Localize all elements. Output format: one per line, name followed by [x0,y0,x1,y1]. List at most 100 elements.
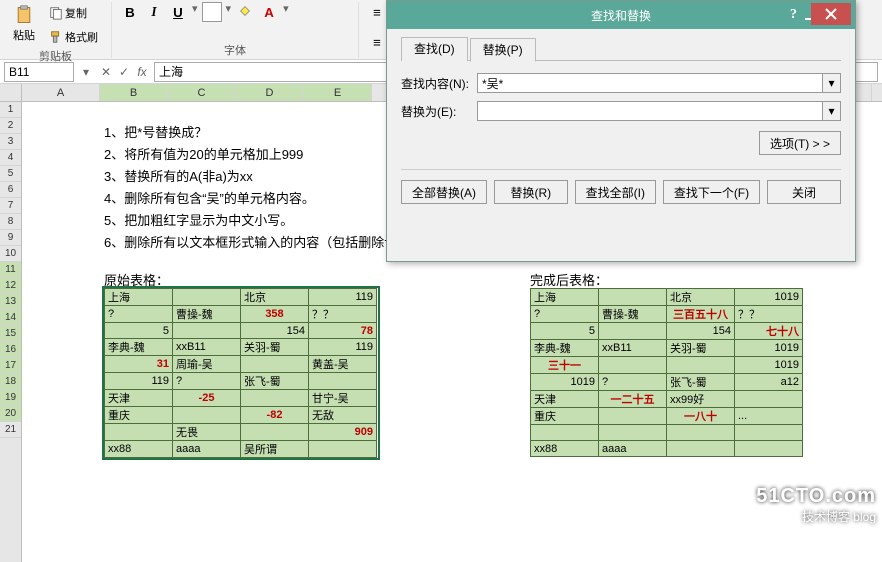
row-header-10[interactable]: 10 [0,246,21,262]
row-header-1[interactable]: 1 [0,102,21,118]
fill-color-button[interactable] [235,2,255,22]
name-box[interactable] [4,62,74,82]
row-header-7[interactable]: 7 [0,198,21,214]
row-header-2[interactable]: 2 [0,118,21,134]
row-header-3[interactable]: 3 [0,134,21,150]
cell[interactable]: 张飞-蜀 [241,373,309,390]
cell[interactable] [241,356,309,373]
cell[interactable]: 358 [241,306,309,323]
cell[interactable]: xxB11 [599,340,667,357]
cell[interactable] [667,425,735,441]
cell[interactable] [599,408,667,425]
cell[interactable] [173,323,241,339]
cell[interactable]: 119 [105,373,173,390]
row-header-17[interactable]: 17 [0,358,21,374]
row-header-18[interactable]: 18 [0,374,21,390]
cell[interactable]: 北京 [241,289,309,306]
row-header-12[interactable]: 12 [0,278,21,294]
format-painter-button[interactable]: 格式刷 [44,26,103,48]
cell[interactable]: 三十一 [531,357,599,374]
cell[interactable]: xx88 [105,441,173,458]
select-all-corner[interactable] [0,84,21,102]
row-header-9[interactable]: 9 [0,230,21,246]
row-header-11[interactable]: 11 [0,262,21,278]
row-header-19[interactable]: 19 [0,390,21,406]
cell[interactable]: 吴所谓 [241,441,309,458]
dialog-titlebar[interactable]: 查找和替换 ? [387,1,855,29]
find-next-button[interactable]: 查找下一个(F) [663,180,760,204]
cell[interactable]: 1019 [735,357,803,374]
find-dropdown[interactable]: ▾ [823,73,841,93]
cell[interactable]: 关羽-蜀 [241,339,309,356]
cell[interactable]: 曹操-魏 [599,306,667,323]
paste-button[interactable]: 粘贴 [8,2,40,48]
cell[interactable] [241,424,309,441]
cell[interactable] [173,289,241,306]
close-button[interactable]: 关闭 [767,180,841,204]
find-all-button[interactable]: 查找全部(I) [575,180,656,204]
col-header-D[interactable]: D [236,84,304,101]
cell[interactable]: 李典-魏 [531,340,599,357]
cell[interactable] [599,357,667,374]
cell[interactable]: 黄盖-吴 [309,356,377,373]
dialog-close-button[interactable] [811,3,851,25]
cell[interactable]: 曹操-魏 [173,306,241,323]
row-header-16[interactable]: 16 [0,342,21,358]
cell[interactable]: ? [173,373,241,390]
row-header-15[interactable]: 15 [0,326,21,342]
cell[interactable]: 154 [667,323,735,340]
cell[interactable]: 909 [309,424,377,441]
cell[interactable] [667,441,735,457]
cell[interactable]: 一二十五 [599,391,667,408]
cell[interactable]: 三百五十八 [667,306,735,323]
cell[interactable] [173,407,241,424]
cell[interactable]: xx88 [531,441,599,457]
cancel-icon[interactable]: ✕ [98,65,114,79]
align-top-button[interactable]: ≡ [367,2,387,22]
align-left-button[interactable]: ≡ [367,32,387,52]
font-color-button[interactable]: A [259,2,279,22]
cell[interactable] [667,357,735,374]
cell[interactable] [599,323,667,340]
cell[interactable]: ？？ [735,306,803,323]
cell[interactable]: 张飞-蜀 [667,374,735,391]
cell[interactable]: 重庆 [105,407,173,424]
cell[interactable] [735,441,803,457]
options-button[interactable]: 选项(T) > > [759,131,841,155]
find-input[interactable] [477,73,823,93]
cell[interactable]: -82 [241,407,309,424]
cell[interactable]: 周瑜-吴 [173,356,241,373]
row-header-21[interactable]: 21 [0,422,21,438]
cell[interactable] [241,390,309,407]
fx-icon[interactable]: fx [134,65,150,79]
italic-button[interactable]: I [144,2,164,22]
cell[interactable]: ? [531,306,599,323]
copy-button[interactable]: 复制 [44,2,103,24]
bold-button[interactable]: B [120,2,140,22]
tab-replace[interactable]: 替换(P) [470,38,536,62]
cell[interactable]: 1019 [735,289,803,306]
cell[interactable]: 北京 [667,289,735,306]
cell[interactable] [735,391,803,408]
col-header-A[interactable]: A [22,84,100,101]
cell[interactable]: 1019 [531,374,599,391]
cell[interactable]: 关羽-蜀 [667,340,735,357]
replace-all-button[interactable]: 全部替换(A) [401,180,487,204]
cell[interactable]: 119 [309,339,377,356]
row-header-20[interactable]: 20 [0,406,21,422]
cell[interactable] [105,424,173,441]
underline-button[interactable]: U [168,2,188,22]
cell[interactable] [599,425,667,441]
border-button[interactable] [202,2,222,22]
tab-find[interactable]: 查找(D) [401,37,468,61]
cell[interactable]: 78 [309,323,377,339]
cell[interactable]: a12 [735,374,803,391]
replace-button[interactable]: 替换(R) [494,180,568,204]
cell[interactable]: 154 [241,323,309,339]
cell[interactable]: 天津 [105,390,173,407]
cell[interactable]: 天津 [531,391,599,408]
cell[interactable]: 31 [105,356,173,373]
cell[interactable]: 无畏 [173,424,241,441]
col-header-B[interactable]: B [100,84,168,101]
cell[interactable]: ... [735,408,803,425]
